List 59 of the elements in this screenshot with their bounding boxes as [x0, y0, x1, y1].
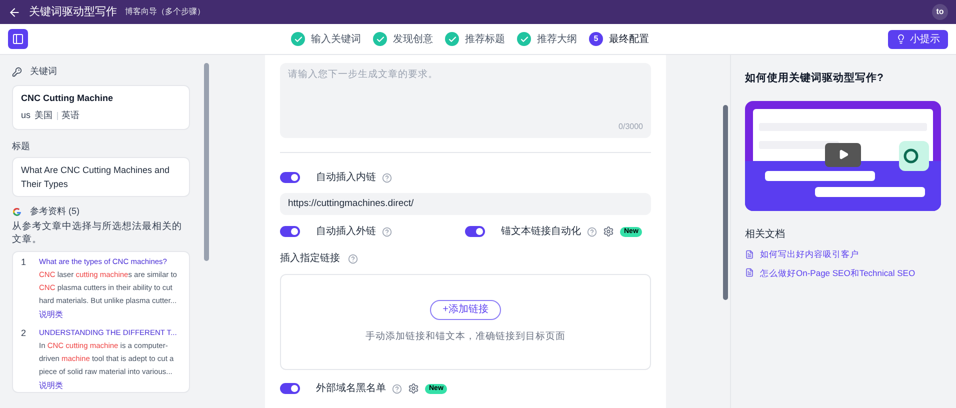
references-hint: 从参考文章中选择与所选想法最相关的文章。 [12, 220, 183, 246]
toggle-switch[interactable] [280, 383, 300, 394]
section-label: 插入指定链接 [280, 252, 340, 266]
tips-button[interactable]: 小提示 [888, 30, 948, 48]
reference-tag[interactable]: 说明类 [39, 308, 63, 320]
step-label: 输入关键词 [311, 32, 361, 46]
section-label: 相关文档 [745, 228, 786, 242]
step-label: 推荐标题 [465, 32, 505, 46]
step-label: 推荐大纲 [537, 32, 577, 46]
help-icon[interactable] [587, 226, 597, 236]
title-card: What Are CNC Cutting Machines and Their Types [12, 157, 190, 197]
country-code: us [21, 109, 31, 122]
add-link-button[interactable]: +添加链接 [430, 300, 502, 320]
section-label: 参考资料 (5) [30, 205, 80, 218]
sidebar-panel-icon [12, 33, 24, 45]
doc-link[interactable]: 如何写出好内容吸引客户 [760, 248, 859, 260]
option-label: 自动插入外链 [316, 224, 376, 239]
document-icon [745, 250, 754, 259]
reference-tag[interactable]: 说明类 [39, 380, 63, 392]
language-text: 英语 [62, 109, 80, 122]
requirements-input[interactable]: 请输入您下一步生成文章的要求。 [288, 68, 643, 121]
key-icon [12, 66, 22, 77]
option-label: 外部域名黑名单 [316, 382, 386, 396]
scrollbar-thumb[interactable] [204, 63, 208, 261]
document-icon [745, 268, 754, 278]
app-subtitle: 博客向导（多个步骤） [125, 6, 205, 18]
section-label: 关键词 [30, 65, 57, 78]
sidebar-toggle-button[interactable] [8, 29, 28, 49]
custom-links-hint: 手动添加链接和锚文本，准确链接到目标页面 [366, 330, 566, 344]
reference-number: 2 [21, 326, 28, 340]
back-icon[interactable] [8, 6, 21, 18]
keyword-text: CNC Cutting Machine [21, 92, 114, 105]
step-number: 5 [589, 32, 603, 46]
scrollbar-thumb[interactable] [722, 105, 728, 300]
user-avatar[interactable]: to [932, 4, 948, 20]
option-label: 自动插入内链 [316, 170, 376, 185]
section-label: 标题 [12, 140, 31, 152]
help-icon[interactable] [382, 172, 392, 182]
step-label: 发现创意 [393, 32, 433, 46]
app-title: 关键词驱动型写作 [29, 4, 117, 20]
lightbulb-icon [896, 34, 906, 44]
help-icon[interactable] [348, 254, 358, 264]
char-counter: 0/3000 [618, 121, 643, 133]
doc-link[interactable]: 怎么做好On-Page SEO和Technical SEO [760, 266, 916, 280]
reference-number: 1 [21, 256, 28, 268]
google-icon [12, 206, 22, 217]
site-url-field[interactable]: https://cuttingmachines.direct/ [280, 193, 651, 215]
help-icon[interactable] [392, 384, 402, 394]
country-text: 美国 [34, 109, 53, 122]
play-icon[interactable] [825, 142, 861, 167]
toggle-switch[interactable] [465, 226, 485, 237]
settings-icon[interactable] [408, 383, 419, 394]
toggle-switch[interactable] [280, 172, 300, 183]
step-label: 最终配置 [609, 32, 649, 46]
toggle-switch[interactable] [280, 226, 300, 237]
help-title: 如何使用关键词驱动型写作? [745, 71, 884, 86]
settings-icon[interactable] [603, 226, 614, 237]
option-label: 锚文本链接自动化 [501, 224, 581, 239]
help-icon[interactable] [382, 226, 392, 236]
